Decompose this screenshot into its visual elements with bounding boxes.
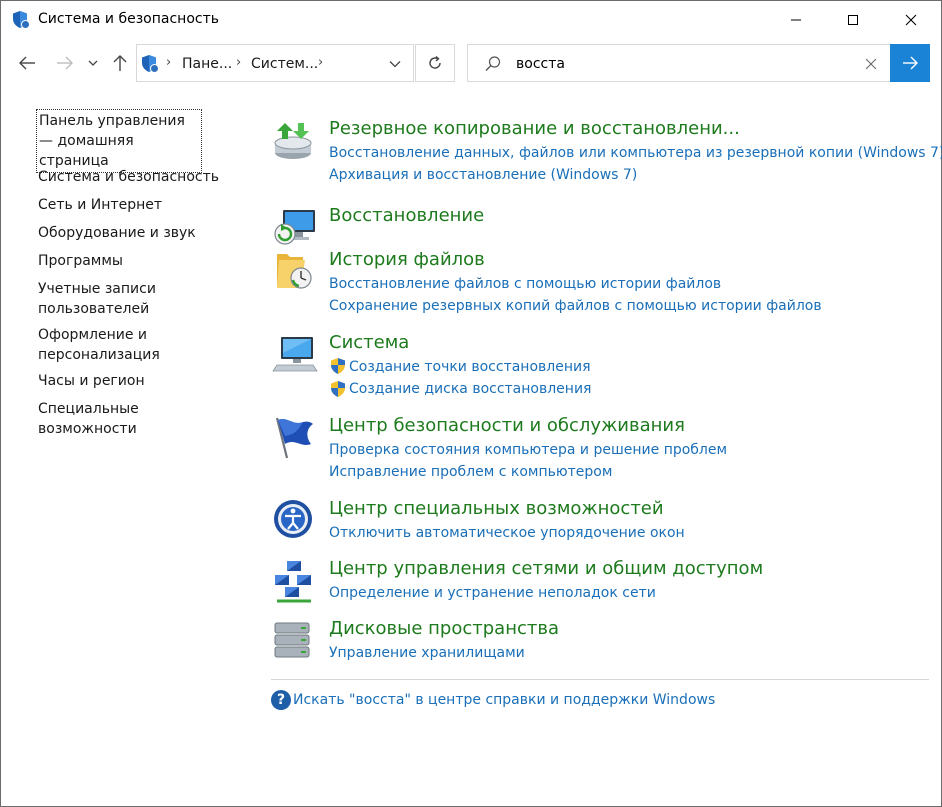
sidebar-item-accessibility[interactable]: Специальные возможности: [38, 399, 238, 439]
sidebar-item-clock-region[interactable]: Часы и регион: [38, 371, 238, 391]
section-heading[interactable]: Центр безопасности и обслуживания: [329, 414, 685, 438]
sidebar-item-hardware-sound[interactable]: Оборудование и звук: [38, 223, 238, 243]
section-heading[interactable]: Центр специальных возможностей: [329, 497, 664, 521]
control-panel-window: Система и безопасность › Пане... › Систе…: [0, 0, 942, 807]
clear-search-button[interactable]: [862, 55, 880, 73]
section-backup-restore: Резервное копирование и восстановлени...…: [271, 117, 942, 189]
address-bar[interactable]: › Пане... › Систем... ›: [136, 44, 414, 82]
section-heading[interactable]: Центр управления сетями и общим доступом: [329, 557, 763, 581]
section-heading[interactable]: Система: [329, 331, 409, 355]
help-question-icon[interactable]: ?: [271, 690, 291, 710]
address-dropdown-button[interactable]: [385, 55, 405, 73]
section-heading[interactable]: Восстановление: [329, 204, 484, 228]
uac-shield-icon: [331, 381, 345, 397]
section-security-maintenance: Центр безопасности и обслуживания Провер…: [271, 414, 931, 486]
flag-icon: [275, 417, 313, 459]
maximize-icon: [848, 15, 858, 25]
sidebar-item-system-security[interactable]: Система и безопасность: [38, 167, 238, 187]
minimize-button[interactable]: [767, 1, 825, 39]
search-box[interactable]: [467, 44, 891, 82]
ease-of-access-icon: [274, 500, 312, 538]
recent-locations-button[interactable]: [83, 51, 103, 75]
close-icon: [865, 58, 877, 70]
search-icon: [485, 56, 501, 71]
network-icon: [275, 561, 311, 603]
forward-button[interactable]: [53, 51, 77, 75]
sidebar-home-link[interactable]: Панель управления — домашняя страница: [36, 109, 202, 173]
arrow-right-icon: [903, 56, 918, 70]
breadcrumb-separator-icon[interactable]: ›: [166, 55, 171, 70]
shield-location-icon: [142, 55, 159, 73]
window-title: Система и безопасность: [38, 11, 219, 27]
section-heading[interactable]: Дисковые пространства: [329, 617, 559, 641]
maximize-button[interactable]: [824, 1, 882, 39]
uac-shield-icon: [331, 358, 345, 374]
section-heading[interactable]: История файлов: [329, 248, 485, 272]
breadcrumb-control-panel[interactable]: Пане...: [182, 56, 232, 72]
refresh-button[interactable]: [415, 44, 455, 82]
recovery-monitor-icon: [274, 210, 315, 245]
section-link[interactable]: Исправление проблем с компьютером: [329, 462, 612, 482]
section-network-sharing: Центр управления сетями и общим доступом…: [271, 557, 931, 607]
system-computer-icon: [272, 337, 318, 372]
backup-drive-icon: [274, 123, 312, 159]
sidebar-item-appearance[interactable]: Оформление и персонализация: [38, 325, 178, 365]
refresh-icon: [429, 55, 441, 69]
up-button[interactable]: [108, 51, 132, 75]
help-search-link[interactable]: Искать "восста" в центре справки и подде…: [293, 690, 715, 710]
arrow-up-icon: [113, 55, 127, 71]
section-link[interactable]: Управление хранилищами: [329, 643, 525, 663]
minimize-icon: [791, 19, 801, 21]
breadcrumb-separator-icon[interactable]: ›: [318, 55, 323, 70]
section-storage-spaces: Дисковые пространства Управление хранили…: [271, 617, 931, 667]
sidebar-item-user-accounts[interactable]: Учетные записи пользователей: [38, 279, 178, 319]
search-input[interactable]: [516, 53, 846, 75]
section-heading[interactable]: Резервное копирование и восстановлени...: [329, 117, 740, 141]
file-history-icon: [277, 254, 312, 289]
section-link[interactable]: Создание точки восстановления: [349, 357, 591, 377]
section-file-history: История файлов Восстановление файлов с п…: [271, 248, 931, 320]
section-system: Система Создание точки восстановления Со…: [271, 331, 931, 403]
section-link[interactable]: Сохранение резервных копий файлов с помо…: [329, 296, 822, 316]
search-go-button[interactable]: [890, 44, 930, 82]
section-ease-of-access: Центр специальных возможностей Отключить…: [271, 497, 931, 547]
divider: [271, 679, 929, 680]
breadcrumb-system-security[interactable]: Систем...: [251, 56, 318, 72]
title-bar: Система и безопасность: [1, 1, 941, 39]
section-link[interactable]: Восстановление файлов с помощью истории …: [329, 274, 721, 294]
chevron-down-icon: [389, 61, 401, 68]
arrow-right-icon: [57, 56, 73, 70]
section-link[interactable]: Архивация и восстановление (Windows 7): [329, 165, 637, 185]
chevron-down-icon: [88, 60, 98, 66]
sidebar-item-programs[interactable]: Программы: [38, 251, 238, 271]
breadcrumb-separator-icon[interactable]: ›: [236, 55, 241, 70]
section-link[interactable]: Проверка состояния компьютера и решение …: [329, 440, 727, 460]
shield-app-icon: [13, 11, 30, 29]
section-link[interactable]: Отключить автоматическое упорядочение ок…: [329, 523, 685, 543]
back-button[interactable]: [15, 51, 39, 75]
section-link[interactable]: Определение и устранение неполадок сети: [329, 583, 656, 603]
arrow-left-icon: [19, 56, 35, 70]
section-link[interactable]: Создание диска восстановления: [349, 379, 591, 399]
close-button[interactable]: [882, 1, 940, 39]
close-icon: [905, 14, 917, 26]
sidebar-item-network[interactable]: Сеть и Интернет: [38, 195, 238, 215]
section-recovery: Восстановление: [271, 204, 931, 245]
storage-spaces-icon: [274, 622, 310, 658]
section-link[interactable]: Восстановление данных, файлов или компью…: [329, 143, 942, 163]
